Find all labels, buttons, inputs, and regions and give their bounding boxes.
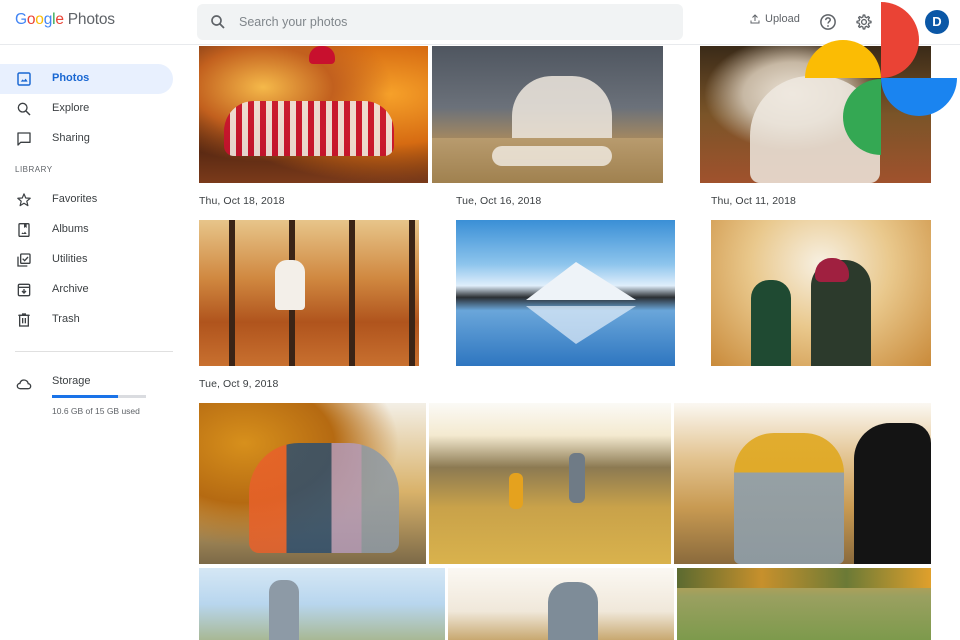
photo-subject [677,568,931,588]
sidebar-item-label: Trash [52,313,80,325]
search-bar[interactable] [197,4,683,40]
photo-subject [734,433,844,564]
search-input[interactable] [239,4,659,40]
photo-subject [751,280,791,366]
storage-progress-fill [52,395,119,398]
trash-icon [18,313,30,327]
date-heading: Thu, Oct 18, 2018 [199,195,285,207]
help-icon[interactable] [819,13,837,31]
gear-icon[interactable] [855,13,873,31]
upload-icon [750,14,760,24]
sidebar-item-utilities[interactable]: Utilities [0,245,173,275]
sidebar-item-trash[interactable]: Trash [0,305,173,335]
photo-subject [512,76,612,146]
sidebar-item-explore[interactable]: Explore [0,94,173,124]
date-heading: Tue, Oct 9, 2018 [199,378,279,390]
upload-label: Upload [765,13,800,25]
photo-thumbnail[interactable] [711,220,931,366]
archive-icon [17,283,31,297]
logo-letter: o [35,11,44,28]
photo-subject [569,453,585,503]
photo-subject [815,258,849,282]
date-heading: Tue, Oct 16, 2018 [456,195,542,207]
star-icon [17,193,31,207]
top-bar: GooglePhotos Upload D [0,0,960,45]
sidebar-item-label: Favorites [52,193,98,205]
storage-progress-bar [52,395,146,398]
sidebar: Photos Explore Sharing LIBRARY Favorites… [0,45,185,640]
sidebar-item-label: Photos [52,72,90,84]
photo-thumbnail[interactable] [432,46,663,183]
photo-grid: Thu, Oct 18, 2018 Tue, Oct 16, 2018 Thu,… [185,45,960,640]
photo-subject [854,423,931,564]
photo-thumbnail[interactable] [674,403,931,564]
photo-thumbnail[interactable] [199,568,445,640]
chat-icon [17,132,31,146]
photo-subject [309,46,335,64]
sidebar-item-label: Albums [52,223,89,235]
cloud-icon [16,379,32,390]
photo-subject [548,582,598,640]
sidebar-item-sharing[interactable]: Sharing [0,124,173,154]
photo-thumbnail[interactable] [199,220,419,366]
sidebar-item-label: Archive [52,283,89,295]
logo-letter: e [55,11,64,28]
photo-subject [509,473,523,509]
photo-thumbnail[interactable] [700,46,931,183]
photo-subject [269,580,299,640]
logo-letter: g [43,11,53,28]
library-heading: LIBRARY [15,165,53,174]
sidebar-item-albums[interactable]: Albums [0,215,173,245]
photo-subject [224,101,394,156]
photo-thumbnail[interactable] [677,568,931,640]
sidebar-item-label: Utilities [52,253,88,265]
sidebar-divider [15,351,173,352]
photo-subject [526,306,636,344]
photo-subject [249,443,399,553]
photo-subject [492,146,612,166]
photo-thumbnail[interactable] [448,568,674,640]
sidebar-item-label: Sharing [52,132,90,144]
photo-thumbnail[interactable] [429,403,671,564]
logo-letter: G [15,11,27,28]
date-heading: Thu, Oct 11, 2018 [711,195,796,207]
sidebar-item-label: Explore [52,102,90,114]
photo-icon [17,72,31,86]
sidebar-item-archive[interactable]: Archive [0,275,173,305]
photo-thumbnail[interactable] [199,46,428,183]
google-photos-logo[interactable]: Google Photos [15,11,115,29]
product-name: Photos [67,11,115,28]
storage-usage-text: 10.6 GB of 15 GB used [52,406,140,416]
photo-subject [526,262,636,300]
photo-thumbnail[interactable] [199,403,426,564]
photo-subject [275,260,305,310]
photo-subject [750,76,880,183]
utilities-icon [17,253,31,267]
avatar[interactable]: D [925,10,949,34]
search-icon [17,102,31,116]
sidebar-item-favorites[interactable]: Favorites [0,185,173,215]
storage-label[interactable]: Storage [52,375,91,387]
sidebar-item-photos[interactable]: Photos [0,64,173,94]
photo-thumbnail[interactable] [456,220,675,366]
album-icon [18,223,30,237]
upload-button[interactable]: Upload [749,13,800,25]
search-icon[interactable] [209,13,227,31]
